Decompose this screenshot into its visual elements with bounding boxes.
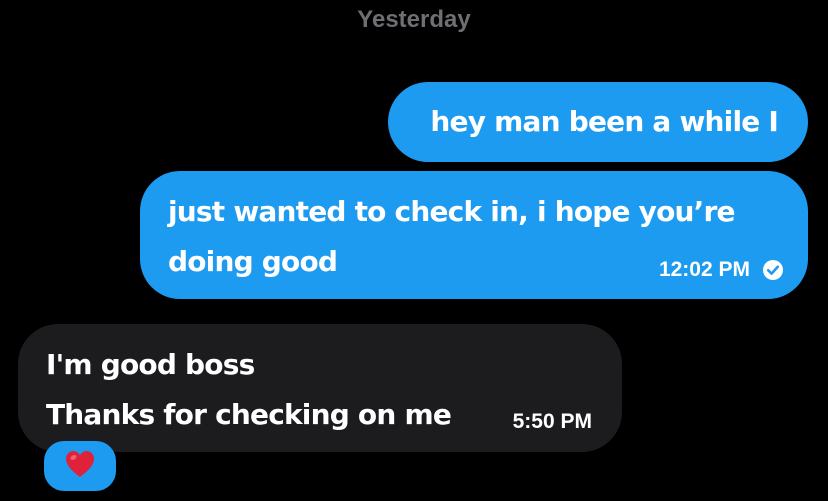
message-text: I'm good boss: [46, 348, 255, 381]
message-bubble-incoming[interactable]: I'm good boss Thanks for checking on me …: [18, 324, 622, 452]
message-text: hey man been a while I: [430, 105, 778, 138]
message-meta: 5:50 PM: [513, 410, 592, 434]
heart-emoji-icon: [63, 448, 97, 484]
message-timestamp: 5:50 PM: [512, 410, 592, 433]
message-text: just wanted to check in, i hope you’re: [168, 195, 736, 228]
message-bubble-outgoing[interactable]: hey man been a while I: [388, 82, 808, 162]
read-check-icon: [762, 259, 784, 281]
reaction-badge[interactable]: [44, 441, 116, 491]
date-separator: Yesterday: [357, 6, 471, 33]
message-meta: 12:02 PM: [659, 258, 784, 282]
message-bubble-outgoing[interactable]: just wanted to check in, i hope you’re d…: [140, 171, 808, 299]
message-timestamp: 12:02 PM: [658, 258, 750, 281]
